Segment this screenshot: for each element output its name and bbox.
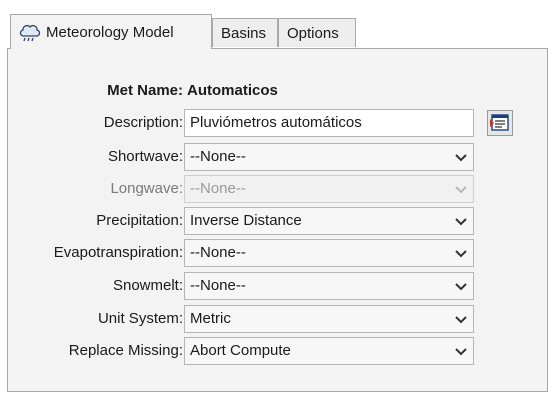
chevron-down-icon xyxy=(455,316,467,324)
unit-system-row: Unit System: Metric xyxy=(8,305,549,333)
replace-missing-value: Abort Compute xyxy=(190,342,291,359)
met-name-value: Automaticos xyxy=(187,82,278,99)
shortwave-label: Shortwave: xyxy=(107,148,183,165)
longwave-value: --None-- xyxy=(190,180,246,197)
evapotranspiration-label: Evapotranspiration: xyxy=(53,244,183,261)
precipitation-label: Precipitation: xyxy=(96,212,183,229)
tab-meteorology-model[interactable]: Meteorology Model xyxy=(10,14,212,49)
precipitation-select[interactable]: Inverse Distance xyxy=(184,207,474,235)
description-label: Description: xyxy=(103,114,183,131)
description-editor-button[interactable] xyxy=(487,110,513,136)
replace-missing-select[interactable]: Abort Compute xyxy=(184,337,474,365)
tab-label: Options xyxy=(287,24,339,42)
unit-system-select[interactable]: Metric xyxy=(184,305,474,333)
chevron-down-icon xyxy=(455,250,467,258)
replace-missing-row: Replace Missing: Abort Compute xyxy=(8,337,549,365)
met-name-label: Met Name: xyxy=(107,82,183,99)
chevron-down-icon xyxy=(455,154,467,162)
unit-system-value: Metric xyxy=(190,310,231,327)
shortwave-row: Shortwave: --None-- xyxy=(8,143,549,171)
tab-label: Basins xyxy=(221,24,267,42)
tab-basins[interactable]: Basins xyxy=(212,18,278,47)
longwave-row: Longwave: --None-- xyxy=(8,175,549,203)
chevron-down-icon xyxy=(455,218,467,226)
longwave-label: Longwave: xyxy=(110,180,183,197)
replace-missing-label: Replace Missing: xyxy=(68,342,183,359)
description-row: Description: Pluviómetros automáticos xyxy=(8,109,549,137)
evapotranspiration-select[interactable]: --None-- xyxy=(184,239,474,267)
evapotranspiration-value: --None-- xyxy=(190,244,246,261)
weather-cloud-icon xyxy=(19,21,41,43)
snowmelt-select[interactable]: --None-- xyxy=(184,272,474,300)
met-name-row: Met Name: Automaticos xyxy=(8,77,549,105)
meteorology-model-panel: Met Name: Automaticos Description: Pluvi… xyxy=(7,48,548,392)
shortwave-value: --None-- xyxy=(190,148,246,165)
snowmelt-label: Snowmelt: xyxy=(112,277,183,294)
chevron-down-icon xyxy=(455,348,467,356)
longwave-select[interactable]: --None-- xyxy=(184,175,474,203)
unit-system-label: Unit System: xyxy=(97,310,183,327)
chevron-down-icon xyxy=(455,186,467,194)
snowmelt-value: --None-- xyxy=(190,277,246,294)
tab-label: Meteorology Model xyxy=(46,23,174,41)
shortwave-select[interactable]: --None-- xyxy=(184,143,474,171)
precipitation-row: Precipitation: Inverse Distance xyxy=(8,207,549,235)
precipitation-value: Inverse Distance xyxy=(190,212,302,229)
snowmelt-row: Snowmelt: --None-- xyxy=(8,272,549,300)
tab-options[interactable]: Options xyxy=(278,18,356,47)
evapotranspiration-row: Evapotranspiration: --None-- xyxy=(8,239,549,267)
chevron-down-icon xyxy=(455,283,467,291)
text-editor-icon xyxy=(488,114,512,139)
description-input[interactable]: Pluviómetros automáticos xyxy=(184,109,474,137)
